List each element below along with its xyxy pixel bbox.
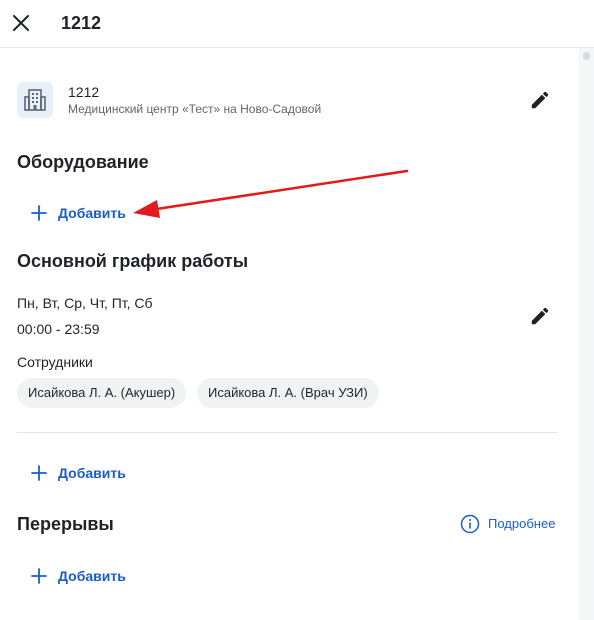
add-equipment-button[interactable]: Добавить [30,202,126,224]
schedule-title: Основной график работы [17,251,249,271]
organization-address: Медицинский центр «Тест» на Ново-Садовой [68,102,322,116]
plus-icon [31,205,47,221]
close-button[interactable] [10,12,32,34]
add-equipment-label: Добавить [58,205,126,221]
schedule-hours: 00:00 - 23:59 [17,321,100,337]
add-schedule-button[interactable]: Добавить [30,462,126,484]
plus-icon [31,568,47,584]
staff-chip[interactable]: Исайкова Л. А. (Акушер) [17,378,187,408]
add-break-button[interactable]: Добавить [30,565,126,587]
more-info-link[interactable]: Подробнее [460,514,555,534]
edit-organization-button[interactable] [529,89,551,111]
breaks-title: Перерывы [17,514,114,534]
plus-icon [31,465,47,481]
staff-chip[interactable]: Исайкова Л. А. (Врач УЗИ) [197,378,379,408]
page-title: 1212 [61,13,102,33]
add-break-label: Добавить [58,568,126,584]
building-icon [17,82,53,118]
info-icon [460,514,480,534]
pencil-icon [531,307,549,325]
add-schedule-label: Добавить [58,465,126,481]
pencil-icon [531,91,549,109]
scrollbar-thumb[interactable] [583,52,590,60]
divider [17,432,557,433]
edit-schedule-button[interactable] [529,305,551,327]
scrollbar[interactable] [579,48,594,620]
dialog-header: 1212 [0,0,594,48]
staff-label: Сотрудники [17,354,93,370]
schedule-days: Пн, Вт, Ср, Чт, Пт, Сб [17,295,153,311]
close-icon [13,15,29,31]
organization-name: 1212 [68,84,100,100]
more-info-label: Подробнее [488,516,556,531]
equipment-title: Оборудование [17,152,149,172]
